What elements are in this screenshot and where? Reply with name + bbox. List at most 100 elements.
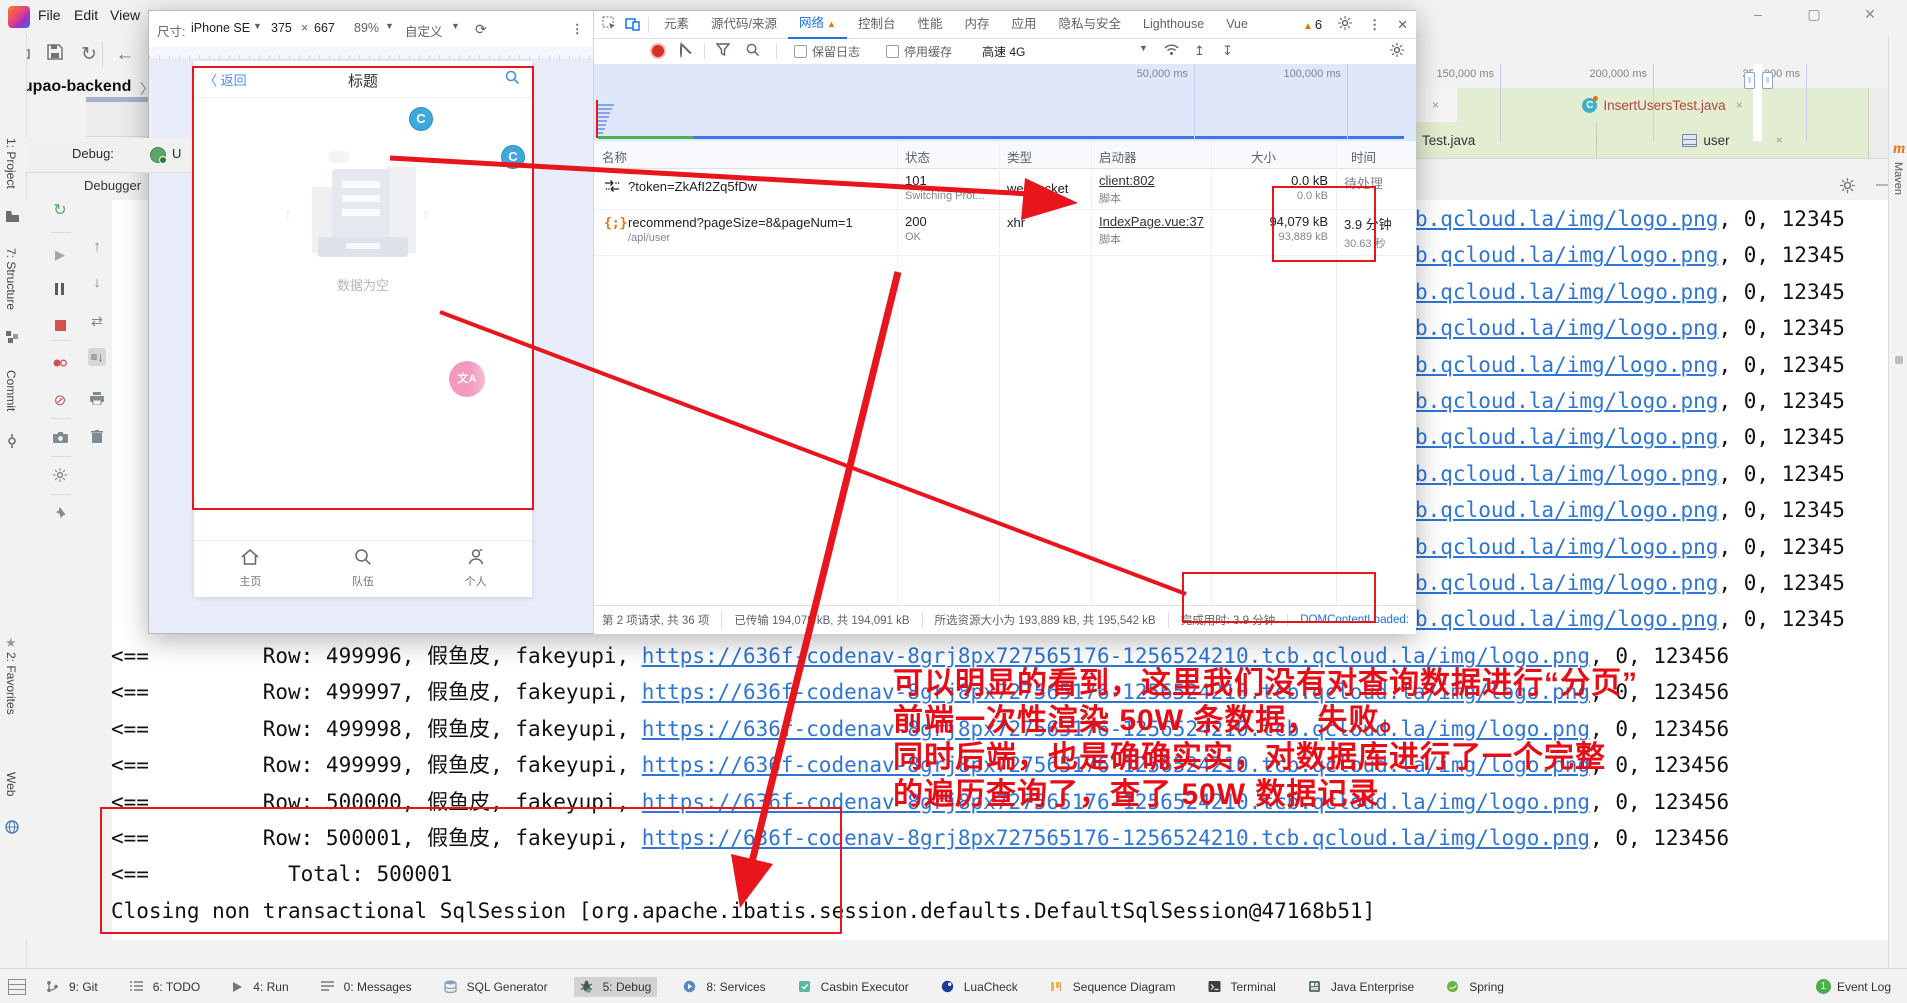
statusbar-item-sqlgenerator[interactable]: SQL Generator [438,977,554,997]
devtools-tab-[interactable]: 隐私与安全 [1048,11,1133,38]
close-devtools-icon[interactable]: ✕ [1397,17,1408,33]
globe-icon[interactable] [5,820,21,836]
sidebar-item-maven[interactable]: Maven [1892,162,1904,195]
request-name[interactable]: recommend?pageSize=8&pageNum=1/api/user [628,215,853,244]
overview-handle[interactable]: ‖ [1744,72,1755,89]
devtools-tab-[interactable]: 元素 [653,11,700,38]
sidebar-item-web[interactable]: Web [4,772,18,796]
sidebar-item-favorites[interactable]: 2: Favorites [4,652,18,715]
import-har-icon[interactable]: ↥ [1194,43,1205,59]
camera-icon[interactable] [51,430,69,448]
device-height-input[interactable]: 667 [314,21,335,35]
statusbar-item-9git[interactable]: 9: Git [40,977,104,997]
throttle-select[interactable]: 自定义 [405,21,443,40]
nav-item-队伍[interactable]: 队伍 [307,541,420,597]
statusbar-item-terminal[interactable]: Terminal [1202,977,1282,997]
rotate-device-icon[interactable]: ⟳ [475,21,487,38]
sidebar-item-project[interactable]: 1: Project [4,138,18,189]
export-har-icon[interactable]: ↧ [1222,43,1233,59]
devtools-tab-[interactable]: 内存 [953,11,1000,38]
editor-tab-insertuserstest[interactable]: C InsertUsersTest.java × [1457,88,1869,122]
statusbar-item-8services[interactable]: 8: Services [677,977,771,997]
gear-icon[interactable] [1840,178,1855,196]
disable-cache-checkbox[interactable] [886,45,899,58]
devtools-tab-[interactable]: 源代码/来源 [700,11,788,38]
breakpoints-icon[interactable] [51,356,69,374]
sync-icon[interactable]: ↻ [78,44,100,66]
devtools-tab-[interactable]: 控制台 [847,11,907,38]
close-tab-icon[interactable]: × [1736,98,1743,112]
editor-tab-user[interactable]: user × [1597,122,1869,158]
menu-edit[interactable]: Edit [74,7,98,23]
clear-icon[interactable] [680,42,682,58]
editor-tab-test[interactable]: Test.java × [1414,122,1597,158]
statusbar-item-spring[interactable]: Spring [1440,977,1510,997]
devtools-tab-Lighthouse[interactable]: Lighthouse [1132,11,1215,38]
console-link[interactable]: b.qcloud.la/img/logo.png [1415,462,1718,486]
console-link[interactable]: b.qcloud.la/img/logo.png [1415,243,1718,267]
toolwindow-switcher-icon[interactable] [8,979,26,995]
console-link[interactable]: b.qcloud.la/img/logo.png [1415,498,1718,522]
column-header[interactable]: 大小 [1251,147,1276,166]
devtools-tab-[interactable]: 性能 [906,11,953,38]
device-select[interactable]: iPhone SE [191,21,250,35]
statusbar-item-sequencediagram[interactable]: Sequence Diagram [1044,977,1182,997]
star-icon[interactable]: ★ [5,634,21,650]
devtools-tab-[interactable]: 应用 [1000,11,1047,38]
devtools-tab-[interactable]: 网络▲ [788,10,847,39]
statusbar-item-4run[interactable]: 4: Run [226,977,294,997]
throttling-select[interactable]: 高速 4G [982,43,1025,60]
column-header[interactable]: 时间 [1351,147,1376,166]
editor-tab-hidden[interactable]: × [1414,88,1458,122]
chevron-down-icon[interactable]: ▼ [253,21,262,31]
statusbar-item-javaenterprise[interactable]: Java Enterprise [1302,977,1420,997]
minimize-icon[interactable]: – [1748,6,1768,22]
issues-badge[interactable]: ▲6 [1303,17,1322,32]
sidebar-item-commit[interactable]: Commit [4,370,18,411]
tool-dock-icon[interactable] [1895,356,1903,364]
overview-handle[interactable]: ‖ [1762,72,1773,89]
close-tab-icon[interactable]: × [1432,98,1439,112]
resume-icon[interactable]: ▶ [51,246,69,264]
sidebar-item-structure[interactable]: 7: Structure [4,248,18,310]
scroll-to-end-icon[interactable]: ≡↓ [88,348,106,366]
initiator-link[interactable]: IndexPage.vue:37 [1099,214,1204,229]
statusbar-item-luacheck[interactable]: LuaCheck [935,977,1024,997]
device-width-input[interactable]: 375 [271,21,292,35]
back-arrow-icon[interactable]: ← [114,44,136,66]
step-up-icon[interactable]: ↑ [88,238,106,256]
jump-icon[interactable]: ⇄ [88,312,106,330]
close-tab-icon[interactable]: × [1776,133,1783,147]
console-link[interactable]: b.qcloud.la/img/logo.png [1415,425,1718,449]
kebab-menu-icon[interactable]: ⋮ [1368,17,1381,33]
gear-icon[interactable] [51,468,69,486]
console-link[interactable]: b.qcloud.la/img/logo.png [1415,207,1718,231]
network-overview[interactable]: 50,000 ms100,000 ms150,000 ms200,000 ms2… [594,64,1416,142]
column-header[interactable]: 状态 [905,147,930,166]
console-link[interactable]: b.qcloud.la/img/logo.png [1415,353,1718,377]
column-header[interactable]: 启动器 [1099,147,1137,166]
network-conditions-icon[interactable] [1164,43,1179,59]
initiator-link[interactable]: client:802 [1099,173,1155,188]
pause-icon[interactable] [51,282,69,300]
column-header[interactable]: 类型 [1007,147,1032,166]
console-link[interactable]: b.qcloud.la/img/logo.png [1415,280,1718,304]
rerun-icon[interactable]: ↻ [51,202,69,220]
devtools-tab-Vue[interactable]: Vue [1215,11,1259,38]
statusbar-item-5debug[interactable]: 5: Debug [574,977,658,997]
console-link[interactable]: b.qcloud.la/img/logo.png [1415,571,1718,595]
step-down-icon[interactable]: ↓ [88,274,106,292]
folder-icon[interactable] [5,210,21,226]
console-link[interactable]: b.qcloud.la/img/logo.png [1415,607,1718,631]
maximize-icon[interactable]: ▢ [1804,6,1824,23]
project-breadcrumb[interactable]: yupao-backend [14,78,131,96]
chevron-down-icon[interactable]: ▼ [451,21,460,31]
commit-icon[interactable] [5,434,21,450]
stop-icon[interactable] [51,318,69,336]
chevron-down-icon[interactable]: ▼ [1139,43,1148,53]
console-link[interactable]: b.qcloud.la/img/logo.png [1415,389,1718,413]
nav-item-主页[interactable]: 主页 [194,541,307,597]
tab-debugger[interactable]: Debugger [84,178,141,193]
close-icon[interactable]: ✕ [1860,6,1880,23]
inspect-icon[interactable] [602,16,617,34]
